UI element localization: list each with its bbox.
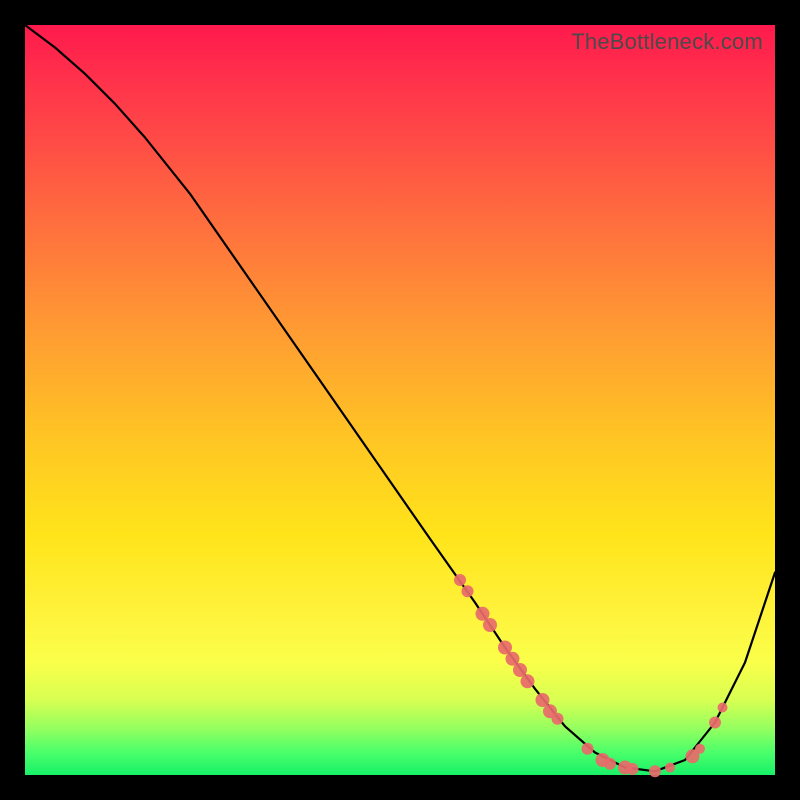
data-marker (462, 585, 474, 597)
bottleneck-curve (25, 25, 775, 771)
data-marker (627, 763, 639, 775)
data-marker (552, 713, 564, 725)
chart-svg (25, 25, 775, 775)
data-marker (695, 744, 705, 754)
data-marker (582, 743, 594, 755)
data-marker (454, 574, 466, 586)
data-marker (649, 765, 661, 777)
data-marker (709, 717, 721, 729)
data-marker (483, 618, 497, 632)
data-marker (665, 763, 675, 773)
data-marker (718, 703, 728, 713)
chart-frame: TheBottleneck.com (25, 25, 775, 775)
data-marker (604, 758, 616, 770)
marker-group (454, 574, 728, 777)
data-marker (521, 674, 535, 688)
